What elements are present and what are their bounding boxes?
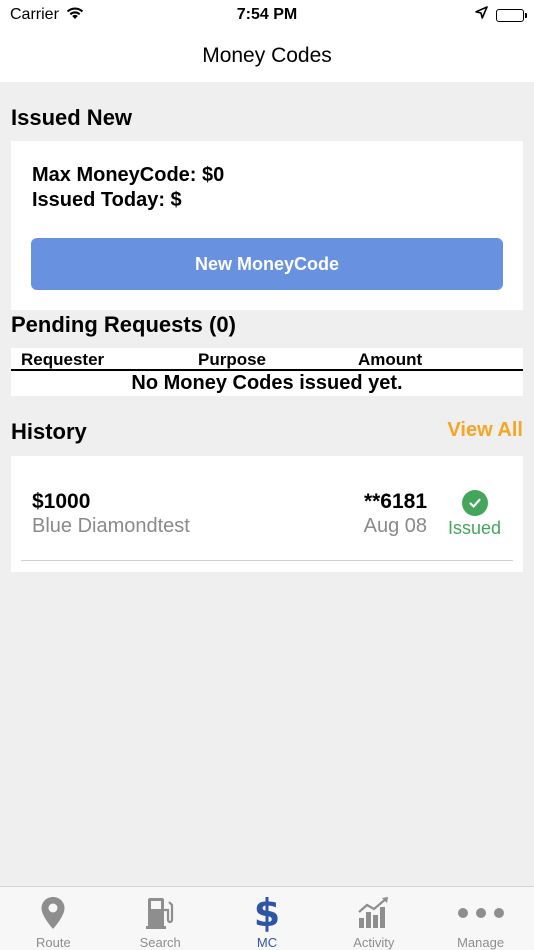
wifi-icon bbox=[65, 6, 85, 25]
issued-new-header: Issued New bbox=[11, 105, 133, 130]
tab-label-activity: Activity bbox=[353, 935, 395, 950]
history-card: $1000 Blue Diamondtest **6181 Aug 08 Iss… bbox=[11, 456, 523, 572]
pending-requests-table: Requester Purpose Amount No Money Codes … bbox=[11, 348, 523, 396]
history-code: **6181 bbox=[363, 490, 427, 513]
page-title: Money Codes bbox=[202, 44, 332, 67]
navigation-bar: Money Codes bbox=[0, 30, 534, 82]
fuel-pump-icon bbox=[145, 895, 175, 931]
location-pin-icon bbox=[40, 895, 66, 931]
location-arrow-icon bbox=[475, 6, 488, 24]
tab-activity[interactable]: Activity bbox=[320, 887, 427, 950]
pending-table-header: Requester Purpose Amount bbox=[11, 348, 523, 371]
battery-icon bbox=[496, 8, 527, 22]
view-all-link[interactable]: View All bbox=[447, 419, 523, 442]
dollar-icon: $ bbox=[253, 891, 281, 935]
tab-label-mc: MC bbox=[256, 935, 278, 950]
more-icon bbox=[457, 895, 505, 931]
history-name: Blue Diamondtest bbox=[32, 515, 190, 537]
carrier-label: Carrier bbox=[10, 6, 59, 23]
new-moneycode-button[interactable]: New MoneyCode bbox=[31, 238, 503, 290]
checkmark-icon bbox=[462, 490, 488, 516]
issued-new-card: Max MoneyCode: $0 Issued Today: $ New Mo… bbox=[11, 141, 523, 310]
history-amount: $1000 bbox=[32, 490, 91, 513]
history-date: Aug 08 bbox=[363, 515, 427, 537]
history-status: Issued bbox=[448, 518, 502, 538]
tab-search[interactable]: Search bbox=[107, 887, 214, 950]
history-list-item[interactable]: $1000 Blue Diamondtest **6181 Aug 08 Iss… bbox=[11, 456, 523, 560]
tab-label-search: Search bbox=[139, 935, 181, 950]
max-money-code-label: Max MoneyCode: $0 bbox=[32, 164, 225, 186]
status-bar: Carrier 7:54 PM bbox=[0, 0, 534, 30]
column-header-purpose: Purpose bbox=[198, 350, 267, 369]
column-header-amount: Amount bbox=[358, 350, 423, 369]
history-header: History bbox=[11, 419, 87, 444]
bar-chart-icon bbox=[357, 895, 391, 931]
tab-label-manage: Manage bbox=[457, 935, 505, 950]
tab-route[interactable]: Route bbox=[0, 887, 107, 950]
tab-mc[interactable]: $ MC bbox=[214, 887, 321, 950]
pending-empty-message: No Money Codes issued yet. bbox=[131, 372, 403, 394]
status-right bbox=[475, 6, 527, 24]
pending-requests-header: Pending Requests (0) bbox=[11, 312, 236, 337]
divider bbox=[21, 560, 513, 561]
tab-bar: Route Search $ MC Activity Manage bbox=[0, 886, 534, 950]
issued-today-label: Issued Today: $ bbox=[32, 189, 182, 211]
status-left: Carrier bbox=[10, 6, 85, 25]
column-header-requester: Requester bbox=[21, 350, 105, 369]
tab-label-route: Route bbox=[36, 935, 71, 950]
tab-manage[interactable]: Manage bbox=[427, 887, 534, 950]
